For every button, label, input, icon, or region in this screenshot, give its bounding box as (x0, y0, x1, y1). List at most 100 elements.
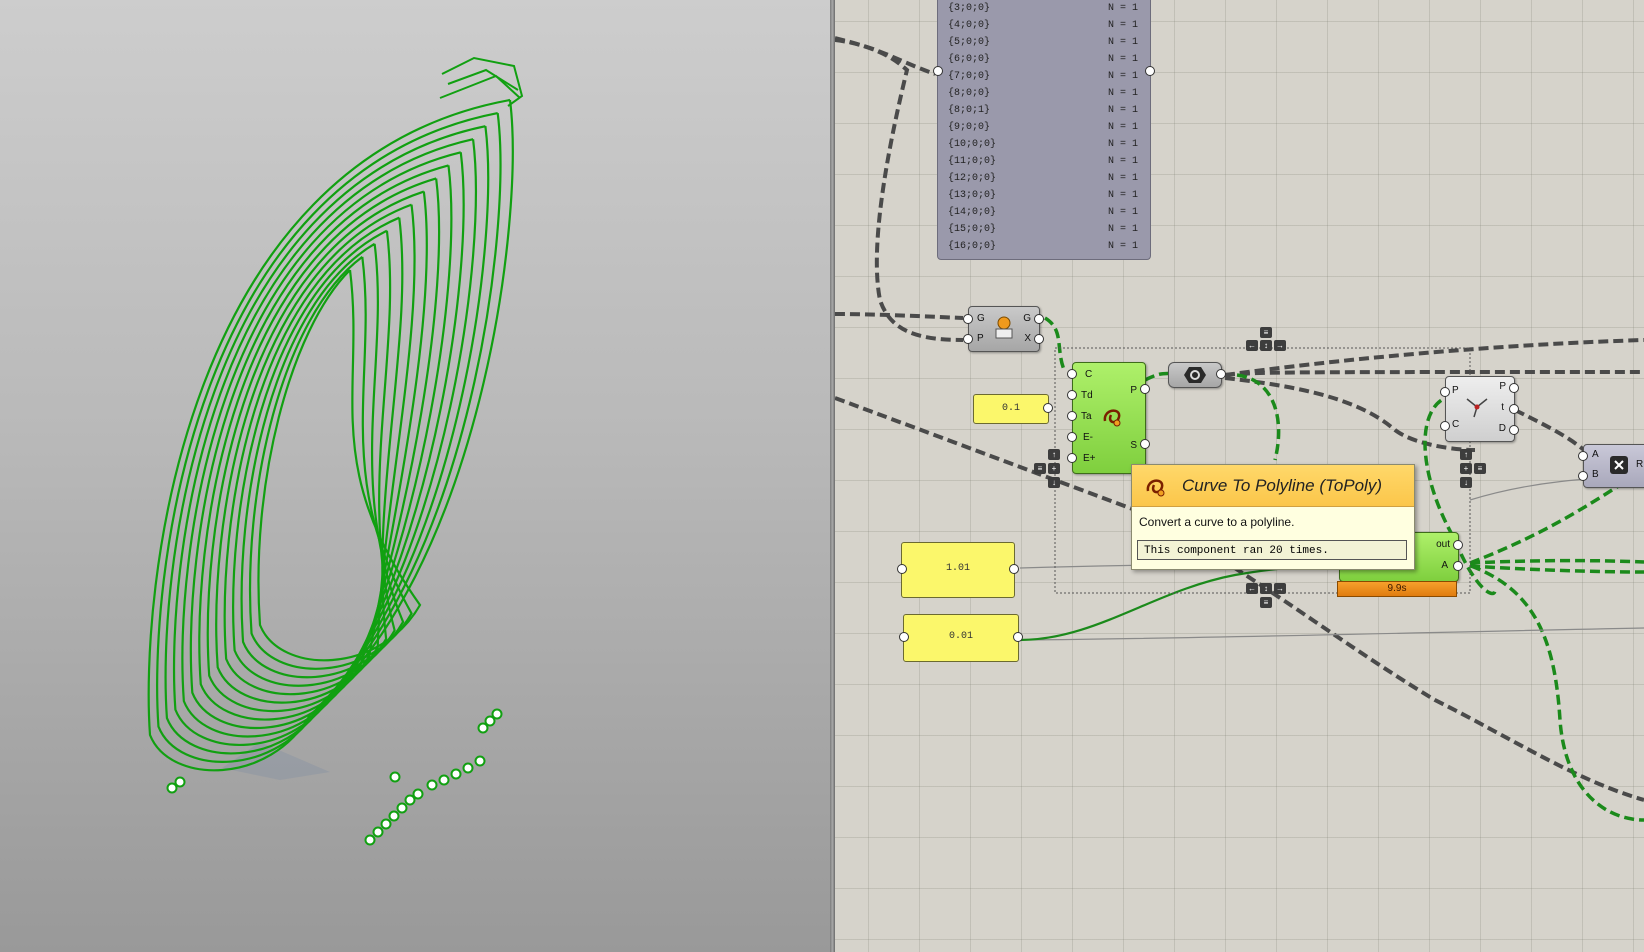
panel-row-path: {12;0;0} (948, 173, 997, 184)
panel-output-grip[interactable] (1145, 66, 1155, 76)
slider-output-grip[interactable] (1043, 403, 1053, 413)
output-t-label: t (1501, 402, 1504, 413)
ccp-input-p-grip[interactable] (1440, 387, 1450, 397)
arrow-down-icon[interactable]: ↓ (1048, 477, 1060, 488)
slider-0-1[interactable]: 0.1 (973, 394, 1049, 424)
panel-row-count: N = 1 (1107, 122, 1138, 133)
point-marker (438, 774, 450, 786)
tooltip-title: Curve To Polyline (ToPoly) (1182, 476, 1382, 495)
arrow-updown-icon[interactable]: ↕ (1260, 583, 1272, 594)
mult-input-a-grip[interactable] (1578, 451, 1588, 461)
topoly-component[interactable]: C Td Ta E- E+ P S (1072, 362, 1146, 474)
panel-row: {4;0;0} N = 1 (948, 20, 1138, 37)
point-marker (389, 771, 401, 783)
script-output-out-grip[interactable] (1453, 540, 1463, 550)
point-marker (388, 810, 400, 822)
gate-input-g-grip[interactable] (963, 314, 973, 324)
arrow-right-icon[interactable]: → (1274, 583, 1286, 594)
data-panel[interactable]: {3;0;0} N = 1 {4;0;0} N = 1 {5;0;0} N = 1 {6;0… (933, 0, 1155, 260)
slider-0-01[interactable]: 0.01 (903, 614, 1019, 662)
multiplication-component[interactable]: A B R (1583, 444, 1644, 488)
input-p-label: P (1452, 385, 1459, 396)
gate-input-p-grip[interactable] (963, 334, 973, 344)
curve-closest-point-component[interactable]: P C P t D (1445, 376, 1515, 442)
panel-row-path: {10;0;0} (948, 139, 997, 150)
ccp-input-c-grip[interactable] (1440, 421, 1450, 431)
point-marker (462, 762, 474, 774)
topoly-input-e-minus-grip[interactable] (1067, 432, 1077, 442)
input-e-minus-label: E- (1083, 432, 1093, 443)
panel-row-path: {4;0;0} (948, 20, 991, 31)
gate-output-g-grip[interactable] (1034, 314, 1044, 324)
input-b-label: B (1592, 469, 1599, 480)
panel-row: {8;0;0} N = 1 (948, 88, 1138, 105)
slider-output-grip[interactable] (1009, 564, 1019, 574)
arrow-up-icon[interactable]: ↑ (1460, 449, 1472, 460)
panel-row-count: N = 1 (1107, 207, 1138, 218)
point-marker (474, 755, 486, 767)
arrow-plus-icon[interactable]: + (1460, 463, 1472, 474)
slider-input-grip[interactable] (899, 632, 909, 642)
curve-top-frame (439, 56, 524, 107)
output-g-label: G (1023, 313, 1031, 324)
panel-row-path: {8;0;0} (948, 88, 991, 99)
topoly-input-e-plus-grip[interactable] (1067, 453, 1077, 463)
panel-row-count: N = 1 (1107, 173, 1138, 184)
rhino-viewport[interactable] (0, 0, 830, 952)
topoly-output-p-grip[interactable] (1140, 384, 1150, 394)
input-c-label: C (1085, 369, 1093, 380)
panel-row: {6;0;0} N = 1 (948, 54, 1138, 71)
slider-1-01[interactable]: 1.01 (901, 542, 1015, 598)
ccp-output-p-grip[interactable] (1509, 383, 1519, 393)
point-marker (491, 708, 503, 720)
gate-output-x-grip[interactable] (1034, 334, 1044, 344)
relay-component[interactable] (1168, 362, 1222, 388)
output-p-label: P (1499, 381, 1506, 392)
relay-output-grip[interactable] (1216, 369, 1226, 379)
arrow-right-icon[interactable]: → (1274, 340, 1286, 351)
panel-row-count: N = 1 (1107, 156, 1138, 167)
arrow-updown-icon[interactable]: ↕ (1260, 340, 1272, 351)
slider-input-grip[interactable] (897, 564, 907, 574)
output-d-label: D (1498, 423, 1506, 434)
topoly-input-c-grip[interactable] (1067, 369, 1077, 379)
input-c-label: C (1452, 419, 1460, 430)
panel-row: {16;0;0} N = 1 (948, 241, 1138, 258)
group-menu-icon[interactable]: ≡ (1474, 463, 1486, 474)
topoly-icon (1146, 479, 1165, 497)
panel-row-count: N = 1 (1107, 241, 1138, 252)
panel-row-count: N = 1 (1107, 20, 1138, 31)
arrow-left-icon[interactable]: ← (1246, 340, 1258, 351)
panel-row: {3;0;0} N = 1 (948, 3, 1138, 20)
topoly-input-ta-grip[interactable] (1067, 411, 1077, 421)
arrow-left-icon[interactable]: ← (1246, 583, 1258, 594)
group-menu-icon[interactable]: ≡ (1260, 327, 1272, 338)
ccp-output-d-grip[interactable] (1509, 425, 1519, 435)
topoly-input-td-grip[interactable] (1067, 390, 1077, 400)
input-g-label: G (977, 313, 985, 324)
ccp-output-t-grip[interactable] (1509, 404, 1519, 414)
mult-input-b-grip[interactable] (1578, 471, 1588, 481)
panel-row-count: N = 1 (1107, 139, 1138, 150)
gate-component[interactable]: G P G X (968, 306, 1040, 352)
script-output-a-grip[interactable] (1453, 561, 1463, 571)
arrow-up-icon[interactable]: ↑ (1048, 449, 1060, 460)
point-marker (372, 826, 384, 838)
arrow-down-icon[interactable]: ↓ (1460, 477, 1472, 488)
panel-row-path: {15;0;0} (948, 224, 997, 235)
tooltip-header: Curve To Polyline (ToPoly) (1132, 465, 1414, 507)
group-menu-icon[interactable]: ≡ (1034, 463, 1046, 474)
output-a-label: A (1441, 560, 1448, 571)
group-menu-icon[interactable]: ≡ (1260, 597, 1272, 608)
panel-row-path: {14;0;0} (948, 207, 997, 218)
output-p-label: P (1130, 385, 1137, 396)
panel-row: {7;0;0} N = 1 (948, 71, 1138, 88)
grasshopper-canvas[interactable]: {3;0;0} N = 1 {4;0;0} N = 1 {5;0;0} N = 1 {6;0… (835, 0, 1644, 952)
panel-row-count: N = 1 (1107, 54, 1138, 65)
slider-output-grip[interactable] (1013, 632, 1023, 642)
panel-row: {9;0;0} N = 1 (948, 122, 1138, 139)
topoly-output-s-grip[interactable] (1140, 439, 1150, 449)
point-marker (404, 794, 416, 806)
arrow-plus-icon[interactable]: + (1048, 463, 1060, 474)
panel-input-grip[interactable] (933, 66, 943, 76)
